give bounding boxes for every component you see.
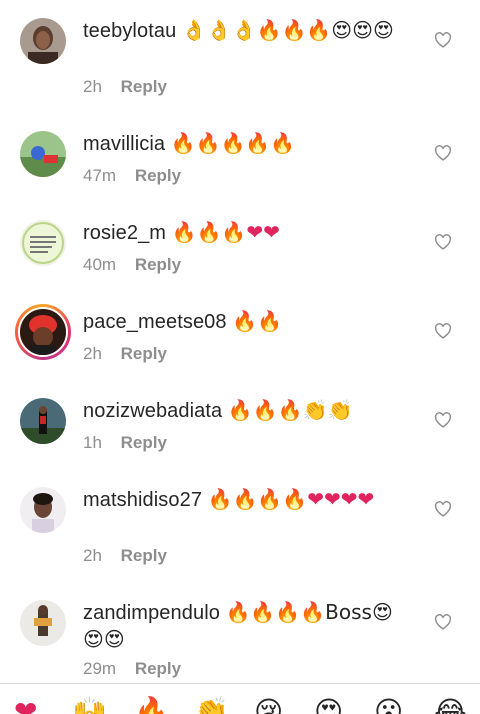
avatar-story-ring[interactable] bbox=[15, 304, 71, 360]
reaction-laughing[interactable]: 😂 bbox=[434, 696, 467, 714]
reaction-clap[interactable]: 👏 bbox=[194, 696, 229, 714]
reaction-fire[interactable]: 🔥 bbox=[134, 696, 169, 714]
comment-username[interactable]: teebylotau bbox=[83, 20, 176, 42]
heart-outline-icon[interactable] bbox=[434, 32, 452, 48]
comment-username[interactable]: pace_meetse08 bbox=[83, 311, 227, 333]
reply-button[interactable]: Reply bbox=[135, 166, 181, 185]
comment-text: 🔥🔥 bbox=[232, 309, 282, 333]
comment-timestamp: 47m bbox=[83, 166, 117, 185]
avatar[interactable] bbox=[20, 220, 66, 266]
reaction-heart-eyes[interactable]: 😍 bbox=[314, 696, 343, 714]
comment-timestamp: 1h bbox=[83, 433, 102, 452]
heart-outline-icon[interactable] bbox=[434, 145, 452, 161]
heart-outline-icon[interactable] bbox=[434, 614, 452, 630]
avatar[interactable] bbox=[20, 487, 66, 533]
comment-username[interactable]: nozizwebadiata bbox=[83, 400, 222, 422]
comment-text: 🔥🔥🔥🔥❤❤❤❤ bbox=[207, 487, 375, 511]
avatar[interactable] bbox=[20, 600, 66, 646]
heart-outline-icon[interactable] bbox=[434, 412, 452, 428]
comment-username[interactable]: zandimpendulo bbox=[83, 602, 220, 624]
comment-text: 🔥🔥🔥❤❤ bbox=[171, 220, 280, 244]
comment-timestamp: 29m bbox=[83, 659, 117, 678]
heart-outline-icon[interactable] bbox=[434, 501, 452, 517]
comment-text: 🔥🔥🔥👏👏 bbox=[227, 398, 353, 422]
quick-reaction-bar: ❤ 🙌 🔥 👏 😢 😍 😮 😂 bbox=[0, 683, 480, 714]
reply-button[interactable]: Reply bbox=[121, 433, 167, 452]
heart-outline-icon[interactable] bbox=[434, 323, 452, 339]
comment-timestamp: 2h bbox=[83, 546, 102, 565]
reply-button[interactable]: Reply bbox=[121, 344, 167, 363]
comment-text: 🔥🔥🔥🔥🔥 bbox=[170, 131, 296, 155]
comment-text: 👌👌👌🔥🔥🔥😍😍😍 bbox=[181, 18, 394, 42]
comment-timestamp: 40m bbox=[83, 255, 117, 274]
avatar bbox=[18, 307, 68, 357]
reaction-surprised[interactable]: 😮 bbox=[374, 696, 403, 714]
reaction-heart[interactable]: ❤ bbox=[14, 696, 37, 714]
comment-username[interactable]: mavillicia bbox=[83, 133, 165, 155]
reaction-raised-hands[interactable]: 🙌 bbox=[72, 696, 107, 714]
comment-timestamp: 2h bbox=[83, 77, 102, 96]
comment-timestamp: 2h bbox=[83, 344, 102, 363]
heart-outline-icon[interactable] bbox=[434, 234, 452, 250]
avatar[interactable] bbox=[20, 398, 66, 444]
reply-button[interactable]: Reply bbox=[135, 255, 181, 274]
comment-username[interactable]: rosie2_m bbox=[83, 222, 166, 244]
reply-button[interactable]: Reply bbox=[121, 77, 167, 96]
comment-username[interactable]: matshidiso27 bbox=[83, 489, 202, 511]
avatar[interactable] bbox=[20, 131, 66, 177]
avatar[interactable] bbox=[20, 18, 66, 64]
reply-button[interactable]: Reply bbox=[135, 659, 181, 678]
reply-button[interactable]: Reply bbox=[121, 546, 167, 565]
reaction-crying[interactable]: 😢 bbox=[254, 696, 283, 714]
